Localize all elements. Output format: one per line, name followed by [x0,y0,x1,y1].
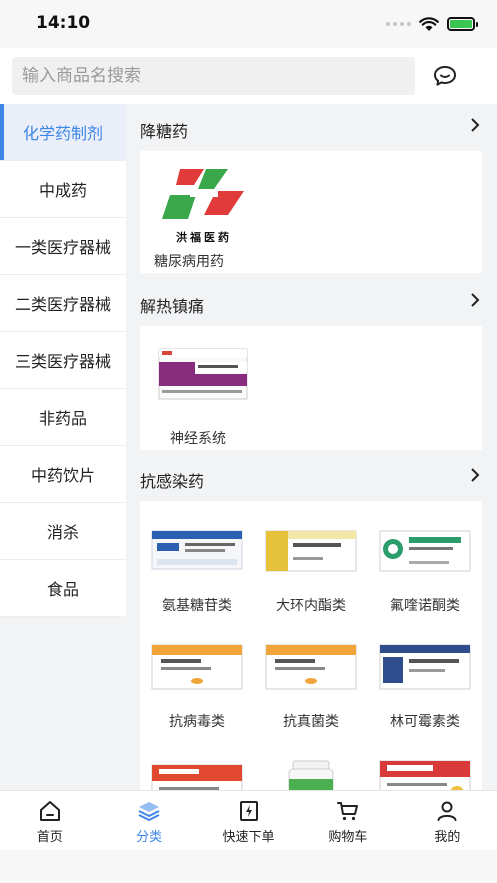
sidebar-item-label: 食品 [46,580,79,599]
sidebar-item-food[interactable]: 食品 [0,560,126,617]
subcategory-label: 抗真菌类 [283,714,339,730]
chevron-right-icon[interactable] [470,118,480,132]
hongfu-logo-image: 洪福医药 [154,165,254,244]
subcategory-item[interactable] [368,737,482,790]
search-header [0,48,497,104]
subcategory-item[interactable]: 氨基糖苷类 [140,505,254,621]
tab-category[interactable]: 分类 [99,791,198,850]
layers-icon [138,802,160,821]
tab-label: 分类 [136,830,163,845]
home-indicator-area [0,850,497,883]
status-icons [386,14,478,34]
subcategory-card[interactable]: 神经系统 [140,326,482,450]
tab-quick-order[interactable]: 快速下单 [199,791,298,850]
logo-text: 洪福医药 [176,231,232,244]
subcategory-label: 糖尿病用药 [154,254,224,270]
subcategory-card[interactable]: 洪福医药 糖尿病用药 [140,151,482,273]
sidebar-item-chemical-drugs[interactable]: 化学药制剂 [0,104,126,161]
medicine-box-image [379,644,471,690]
section-header[interactable]: 解热镇痛 [140,279,482,326]
signal-icon [386,22,411,26]
section-header[interactable]: 抗感染药 [140,454,482,501]
sidebar-item-label: 二类医疗器械 [14,295,111,314]
medicine-box-image [265,644,357,690]
subcategory-label: 神经系统 [170,431,226,447]
medicine-box-image [158,348,248,400]
medicine-box-image [288,760,334,790]
sidebar-item-class3-devices[interactable]: 三类医疗器械 [0,332,126,389]
subcategory-item[interactable]: 氟喹诺酮类 [368,505,482,621]
sidebar-item-chinese-patent-medicine[interactable]: 中成药 [0,161,126,218]
tab-home[interactable]: 首页 [0,791,99,850]
subcategory-item[interactable]: 抗病毒类 [140,621,254,737]
tab-label: 我的 [434,830,461,845]
subcategory-item[interactable] [140,737,254,790]
subcategory-item[interactable]: 林可霉素类 [368,621,482,737]
quick-order-icon [239,801,258,821]
hongfu-logo-icon [162,169,244,219]
sidebar-item-label: 非药品 [38,409,87,428]
sidebar-item-label: 一类医疗器械 [14,238,111,257]
medicine-box-image [379,530,471,572]
tab-label: 购物车 [328,830,368,845]
section-title: 抗感染药 [140,472,205,491]
medicine-box-image [379,760,471,790]
sidebar-item-label: 中成药 [38,181,87,200]
user-icon [437,801,457,821]
status-time: 14:10 [36,13,91,33]
battery-icon [447,17,478,31]
subcategory-grid: 氨基糖苷类 大环内酯类 氟喹诺酮类 抗病毒类 抗真菌类 林可霉素类 [140,501,482,790]
category-content: 降糖药 洪福医药 糖尿病用药 解热镇痛 神经系统 抗感染药 氨基糖苷类 大环内酯… [140,104,482,790]
medicine-box-image [151,764,243,790]
tab-cart[interactable]: 购物车 [298,791,397,850]
subcategory-label: 大环内酯类 [276,598,346,614]
chevron-right-icon[interactable] [470,293,480,307]
medicine-box-image [151,644,243,690]
sidebar-item-class2-devices[interactable]: 二类医疗器械 [0,275,126,332]
subcategory-item[interactable]: 抗真菌类 [254,621,368,737]
subcategory-label: 抗病毒类 [169,714,225,730]
bottom-tab-bar: 首页 分类 快速下单 购物车 我的 [0,790,497,850]
tab-label: 快速下单 [222,830,275,845]
section-header[interactable]: 降糖药 [140,104,482,151]
sidebar-item-label: 消杀 [46,523,79,542]
subcategory-item[interactable] [254,737,368,790]
tab-mine[interactable]: 我的 [398,791,497,850]
category-sidebar: 化学药制剂 中成药 一类医疗器械 二类医疗器械 三类医疗器械 非药品 中药饮片 … [0,104,126,617]
message-icon[interactable] [432,64,458,88]
subcategory-item[interactable]: 大环内酯类 [254,505,368,621]
search-input[interactable] [12,57,415,95]
cart-icon [336,802,358,821]
app-screen: 14:10 化学药制剂 中成药 一类医疗器械 二类医疗器械 三类医疗器械 非药品… [0,0,497,883]
tab-label: 首页 [36,830,63,845]
home-icon [39,801,60,821]
sidebar-item-label: 化学药制剂 [22,124,103,143]
wifi-icon [419,16,439,31]
sidebar-item-class1-devices[interactable]: 一类医疗器械 [0,218,126,275]
medicine-box-image [265,530,357,572]
sidebar-item-herbal-slices[interactable]: 中药饮片 [0,446,126,503]
subcategory-label: 林可霉素类 [390,714,460,730]
sidebar-item-label: 中药饮片 [30,466,95,485]
sidebar-item-non-drugs[interactable]: 非药品 [0,389,126,446]
sidebar-item-label: 三类医疗器械 [14,352,111,371]
subcategory-label: 氨基糖苷类 [162,598,232,614]
section-title: 降糖药 [140,122,189,141]
medicine-box-image [151,530,243,570]
section-title: 解热镇痛 [140,297,205,316]
subcategory-label: 氟喹诺酮类 [390,598,460,614]
chevron-right-icon[interactable] [470,468,480,482]
sidebar-item-disinfection[interactable]: 消杀 [0,503,126,560]
status-bar: 14:10 [0,0,497,48]
